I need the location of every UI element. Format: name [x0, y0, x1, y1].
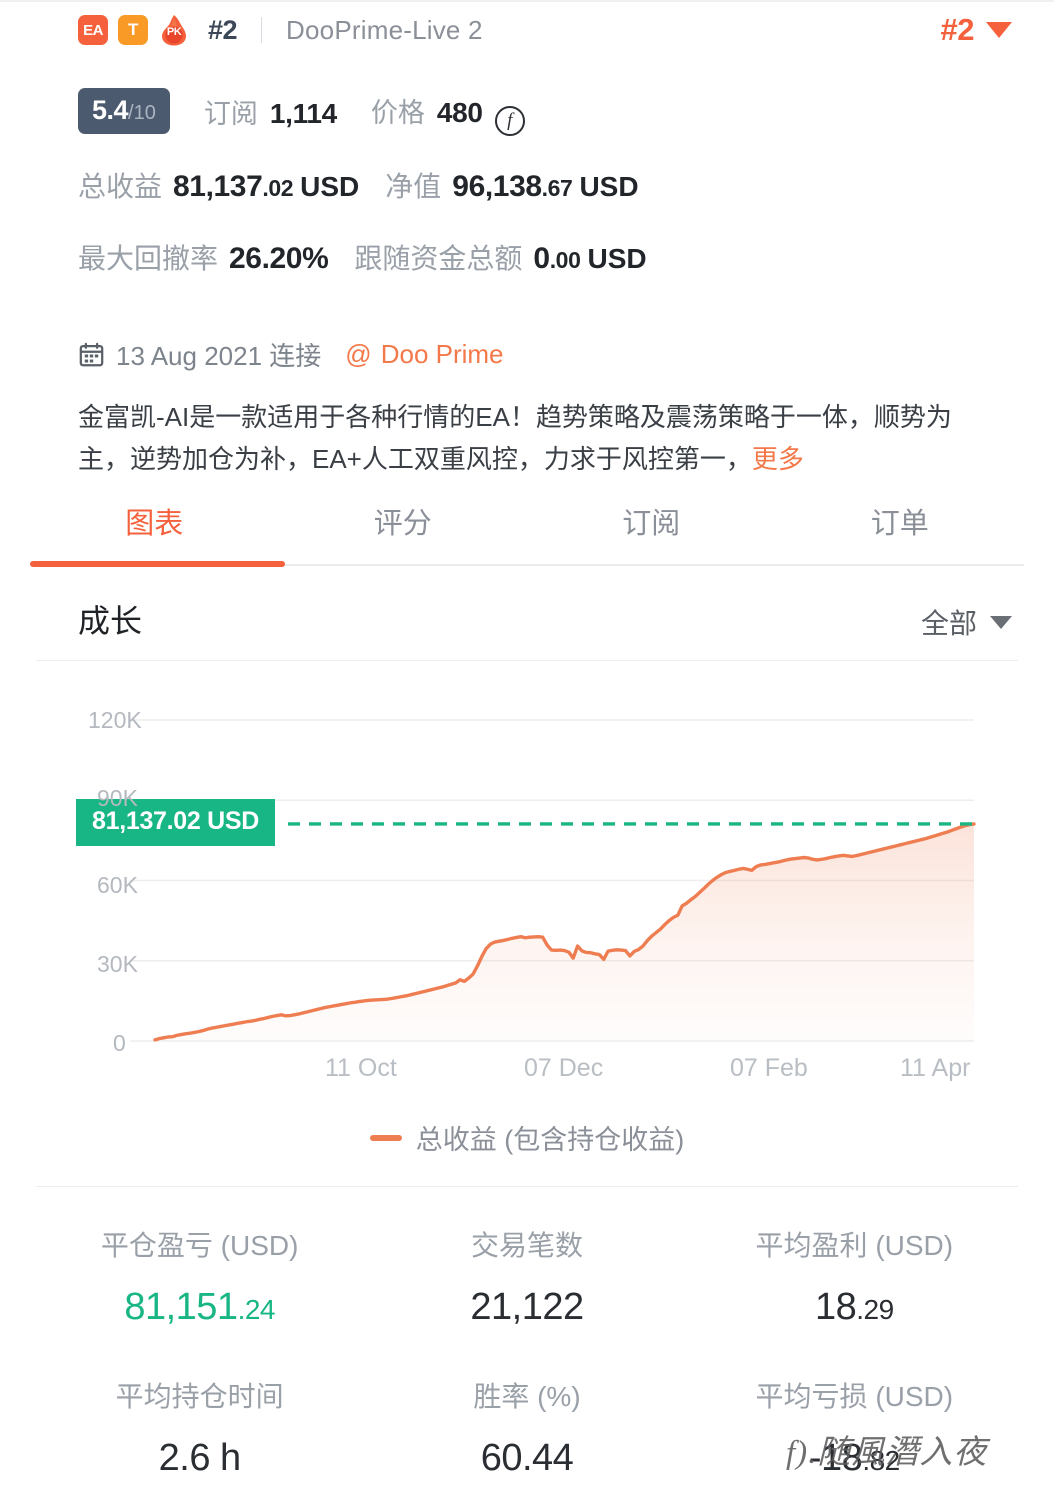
header-bar: EA T PK #2 DooPrime-Live 2 #2 [0, 0, 1054, 60]
y-axis-label-30k: 30K [97, 951, 138, 977]
account-name: DooPrime-Live 2 [286, 14, 483, 45]
connect-date: 13 Aug 2021 连接 [116, 341, 322, 371]
max-drawdown-value: 26.20% [229, 242, 329, 275]
f-coin-icon: f [494, 105, 525, 136]
follow-funds-label: 跟随资金总额 [354, 243, 523, 274]
rank-inline-label: #2 [208, 14, 238, 45]
pk-flame-icon: PK [158, 14, 190, 46]
follow-funds-unit: USD [587, 243, 647, 274]
metric-win-rate: 胜率 (%) 60.44 [363, 1329, 690, 1480]
equity-value: 96,138.67 [452, 170, 573, 203]
calendar-glyph [79, 342, 104, 367]
rating-score: 5.4 [92, 95, 129, 125]
x-axis-label-3: 07 Feb [730, 1054, 808, 1082]
tab-bar: 图表 评分 订阅 订单 [30, 488, 1024, 566]
metric-value: 81,151.24 [124, 1286, 275, 1328]
metrics-row-1: 平仓盈亏 (USD) 81,151.24 交易笔数 21,122 平均盈利 (U… [36, 1210, 1018, 1329]
y-axis-label-120k: 120K [88, 707, 142, 733]
metric-value: 18.29 [814, 1286, 894, 1328]
rating-row: 5.4 /10 订阅 1,114 价格 480 f [78, 88, 525, 136]
strategy-description: 金富凯-AI是一款适用于各种行情的EA！趋势策略及震荡策略于一体，顺势为主，逆势… [78, 396, 990, 480]
y-axis-label-90k: 90K [97, 785, 138, 811]
chevron-down-icon[interactable] [986, 22, 1012, 38]
total-profit-unit: USD [300, 171, 360, 202]
more-link[interactable]: 更多 [752, 444, 804, 474]
metric-value: 21,122 [470, 1286, 584, 1328]
price-value: 480 [436, 96, 483, 128]
rank-badge: #2 [940, 12, 975, 47]
metrics-divider [36, 1186, 1018, 1187]
total-profit-label: 总收益 [78, 171, 163, 202]
growth-divider [36, 660, 1018, 661]
metric-value: 60.44 [480, 1437, 574, 1479]
equity-label: 净值 [385, 171, 442, 202]
metric-label: 平均持仓时间 [115, 1381, 284, 1412]
growth-chart[interactable]: 81,137.02 USD 120K 90K 60K 30K 0 11 Oct … [0, 672, 1054, 1102]
subscribers-label: 订阅 [203, 98, 258, 129]
rating-badge: 5.4 /10 [78, 88, 170, 134]
y-axis-label-0: 0 [113, 1030, 126, 1056]
metric-trade-count: 交易笔数 21,122 [363, 1210, 690, 1329]
x-axis-label-4: 11 Apr [900, 1054, 971, 1082]
metric-label: 胜率 (%) [473, 1381, 581, 1412]
rank-selector[interactable]: #2 [941, 12, 1054, 48]
price-stat: 价格 480 f [370, 91, 525, 136]
follow-funds-value: 0.00 [533, 242, 581, 275]
t-badge-icon: T [118, 15, 148, 45]
subscribers-stat: 订阅 1,114 [204, 92, 337, 131]
connection-row: 13 Aug 2021 连接 @ Doo Prime [78, 336, 504, 373]
metric-label: 平仓盈亏 (USD) [100, 1230, 299, 1261]
tab-rating[interactable]: 评分 [279, 488, 528, 566]
stats-row-drawdown: 最大回撤率 26.20% 跟随资金总额 0.00 USD [78, 237, 647, 277]
max-drawdown-label: 最大回撤率 [78, 243, 219, 274]
equity-unit: USD [579, 171, 639, 202]
chart-legend: 总收益 (包含持仓收益) [0, 1118, 1054, 1157]
pk-label: PK [166, 26, 182, 38]
y-axis-label-60k: 60K [97, 872, 138, 898]
price-label: 价格 [370, 97, 425, 128]
calendar-icon [78, 341, 105, 368]
rating-scale: /10 [128, 102, 156, 124]
legend-label: 总收益 (包含持仓收益) [415, 1125, 685, 1155]
header-left-group: EA T PK #2 DooPrime-Live 2 [0, 14, 483, 46]
profile-page: EA T PK #2 DooPrime-Live 2 #2 5.4 /10 订阅… [0, 0, 1054, 1507]
description-text: 金富凯-AI是一款适用于各种行情的EA！趋势策略及震荡策略于一体，顺势为主，逆势… [78, 402, 952, 475]
metric-avg-profit: 平均盈利 (USD) 18.29 [691, 1210, 1018, 1329]
metric-label: 交易笔数 [470, 1230, 583, 1261]
total-profit-value: 81,137.02 [173, 170, 294, 203]
metric-label: 平均盈利 (USD) [755, 1230, 954, 1261]
header-divider [261, 17, 263, 43]
period-filter[interactable]: 全部 [921, 602, 1012, 642]
period-filter-label: 全部 [920, 608, 977, 639]
metric-closed-pnl: 平仓盈亏 (USD) 81,151.24 [36, 1210, 363, 1329]
broker-link[interactable]: Doo Prime [381, 339, 504, 370]
tab-orders[interactable]: 订单 [776, 488, 1025, 566]
growth-chart-svg [130, 719, 976, 1042]
tab-active-indicator [30, 561, 285, 567]
at-icon: @ [345, 339, 372, 369]
watermark: f).随風潛入夜 [786, 1435, 988, 1471]
subscribers-value: 1,114 [269, 97, 337, 129]
chevron-down-icon[interactable] [990, 615, 1012, 629]
ea-badge-icon: EA [78, 15, 108, 45]
growth-header: 成长 全部 [0, 580, 1054, 658]
tab-charts[interactable]: 图表 [30, 488, 279, 566]
growth-title: 成长 [78, 603, 143, 639]
metric-value: 2.6 h [158, 1437, 242, 1479]
legend-color-swatch [369, 1134, 402, 1141]
stats-row-profit: 总收益 81,137.02 USD 净值 96,138.67 USD [78, 165, 639, 205]
metric-avg-holding-time: 平均持仓时间 2.6 h [36, 1329, 363, 1480]
tab-subscription[interactable]: 订阅 [527, 488, 776, 566]
metric-label: 平均亏损 (USD) [755, 1381, 954, 1412]
x-axis-label-1: 11 Oct [325, 1054, 397, 1082]
x-axis-label-2: 07 Dec [524, 1054, 604, 1082]
